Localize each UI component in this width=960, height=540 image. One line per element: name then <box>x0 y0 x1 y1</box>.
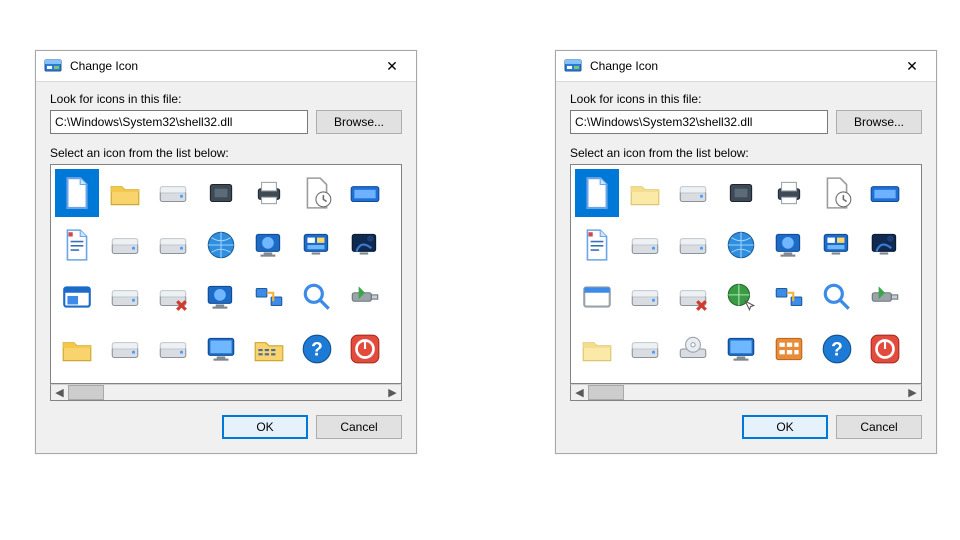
icon-zip-drive[interactable] <box>103 221 147 269</box>
icon-monitor-globe[interactable] <box>767 221 811 269</box>
icon-document[interactable] <box>55 169 99 217</box>
icon-printer[interactable] <box>247 169 291 217</box>
dialog-icon <box>44 57 62 75</box>
change-icon-dialog-right: Change Icon ✕ Look for icons in this fil… <box>555 50 937 454</box>
scroll-right-icon[interactable]: ▶ <box>384 385 401 400</box>
icon-hdd[interactable] <box>151 169 195 217</box>
dialog-title: Change Icon <box>70 59 374 73</box>
close-icon[interactable]: ✕ <box>894 51 930 81</box>
close-icon[interactable]: ✕ <box>374 51 410 81</box>
icon-drive3d[interactable] <box>623 325 667 373</box>
scroll-thumb[interactable] <box>588 385 624 400</box>
icon-display[interactable] <box>199 325 243 373</box>
dialog-title: Change Icon <box>590 59 894 73</box>
icon-removable[interactable] <box>151 221 195 269</box>
icon-network-places[interactable] <box>247 273 291 321</box>
titlebar[interactable]: Change Icon ✕ <box>36 51 416 82</box>
icon-history-doc[interactable] <box>295 169 339 217</box>
icon-screensaver[interactable] <box>863 221 907 269</box>
icon-drive-stack[interactable] <box>623 221 667 269</box>
change-icon-dialog-left: Change Icon ✕ Look for icons in this fil… <box>35 50 417 454</box>
horizontal-scrollbar[interactable]: ◀ ▶ <box>50 384 402 401</box>
scroll-track[interactable] <box>68 385 384 400</box>
icon-hdd3d[interactable] <box>671 169 715 217</box>
icon-control-screen[interactable] <box>295 221 339 269</box>
icon-globe[interactable] <box>199 221 243 269</box>
icon-floppy3d[interactable] <box>623 273 667 321</box>
cancel-button[interactable]: Cancel <box>836 415 922 439</box>
icon-text-doc[interactable] <box>55 221 99 269</box>
icon-path-input[interactable] <box>570 110 828 134</box>
icon-usb-arrow[interactable] <box>343 273 387 321</box>
icon-monitor-globe[interactable] <box>199 273 243 321</box>
icon-window-lite[interactable] <box>575 273 619 321</box>
icon-folder[interactable] <box>103 169 147 217</box>
browse-button[interactable]: Browse... <box>836 110 922 134</box>
icon-grid: ? <box>55 169 397 373</box>
icon-details-folder[interactable] <box>247 325 291 373</box>
icon-drive-stack2[interactable] <box>671 221 715 269</box>
ok-button[interactable]: OK <box>742 415 828 439</box>
icon-window[interactable] <box>55 273 99 321</box>
icon-run[interactable] <box>343 169 387 217</box>
icon-folder[interactable] <box>55 325 99 373</box>
scroll-left-icon[interactable]: ◀ <box>51 385 68 400</box>
icon-display3d[interactable] <box>719 325 763 373</box>
look-for-label: Look for icons in this file: <box>570 92 922 106</box>
svg-text:?: ? <box>311 339 323 360</box>
icon-list-pane: ? <box>50 164 402 384</box>
icon-folder-pale[interactable] <box>623 169 667 217</box>
icon-hdd[interactable] <box>103 325 147 373</box>
icon-printer3d[interactable] <box>767 169 811 217</box>
icon-chip[interactable] <box>719 169 763 217</box>
icon-power[interactable] <box>343 325 387 373</box>
svg-text:?: ? <box>831 339 843 360</box>
scroll-left-icon[interactable]: ◀ <box>571 385 588 400</box>
browse-button[interactable]: Browse... <box>316 110 402 134</box>
icon-text-doc[interactable] <box>575 221 619 269</box>
icon-ssd[interactable] <box>199 169 243 217</box>
icon-path-input[interactable] <box>50 110 308 134</box>
icon-floppy-x[interactable] <box>151 273 195 321</box>
icon-globe-mouse[interactable] <box>719 273 763 321</box>
icon-monitor-globe[interactable] <box>247 221 291 269</box>
select-icon-label: Select an icon from the list below: <box>570 146 922 160</box>
icon-power[interactable] <box>863 325 907 373</box>
icon-screensaver[interactable] <box>343 221 387 269</box>
icon-details-orange[interactable] <box>767 325 811 373</box>
icon-folder-pale[interactable] <box>575 325 619 373</box>
icon-cd-drive[interactable] <box>671 325 715 373</box>
icon-help[interactable]: ? <box>295 325 339 373</box>
titlebar[interactable]: Change Icon ✕ <box>556 51 936 82</box>
icon-run[interactable] <box>863 169 907 217</box>
scroll-track[interactable] <box>588 385 904 400</box>
look-for-label: Look for icons in this file: <box>50 92 402 106</box>
icon-search[interactable] <box>295 273 339 321</box>
cancel-button[interactable]: Cancel <box>316 415 402 439</box>
icon-hdd-dark[interactable] <box>151 325 195 373</box>
icon-list-pane: ? <box>570 164 922 384</box>
icon-help[interactable]: ? <box>815 325 859 373</box>
icon-globe3d[interactable] <box>719 221 763 269</box>
dialog-icon <box>564 57 582 75</box>
icon-grid: ? <box>575 169 917 373</box>
ok-button[interactable]: OK <box>222 415 308 439</box>
icon-floppy[interactable] <box>103 273 147 321</box>
icon-usb-arrow[interactable] <box>863 273 907 321</box>
icon-search[interactable] <box>815 273 859 321</box>
scroll-right-icon[interactable]: ▶ <box>904 385 921 400</box>
icon-history-doc[interactable] <box>815 169 859 217</box>
scroll-thumb[interactable] <box>68 385 104 400</box>
select-icon-label: Select an icon from the list below: <box>50 146 402 160</box>
horizontal-scrollbar[interactable]: ◀ ▶ <box>570 384 922 401</box>
icon-document[interactable] <box>575 169 619 217</box>
icon-floppy3d-x[interactable] <box>671 273 715 321</box>
icon-control-screen[interactable] <box>815 221 859 269</box>
icon-network-places[interactable] <box>767 273 811 321</box>
